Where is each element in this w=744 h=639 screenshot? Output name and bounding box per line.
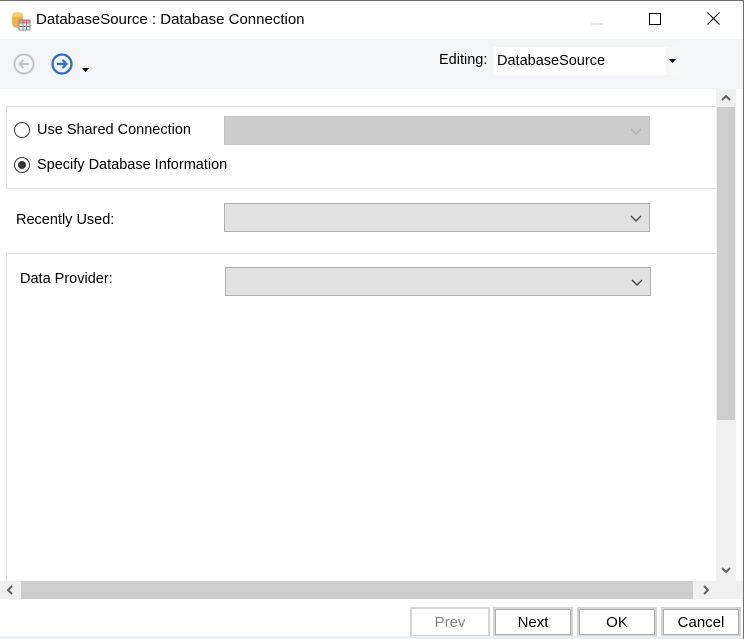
prev-button[interactable]: Prev xyxy=(410,607,490,637)
ok-button[interactable]: OK xyxy=(577,607,657,637)
editing-label: Editing: xyxy=(439,52,488,68)
data-provider-label: Data Provider: xyxy=(20,271,113,287)
horizontal-scroll-thumb[interactable] xyxy=(21,581,693,599)
minimize-button[interactable] xyxy=(568,1,626,39)
database-table-icon xyxy=(10,10,32,32)
minimize-icon xyxy=(591,12,603,28)
specify-database-information-radio[interactable]: Specify Database Information xyxy=(14,157,227,173)
scroll-right-icon[interactable] xyxy=(696,581,716,599)
scrollbar-corner xyxy=(716,581,743,599)
back-arrow-icon[interactable] xyxy=(12,52,36,76)
caret-down-icon xyxy=(666,47,680,75)
recently-used-combo[interactable] xyxy=(224,203,650,232)
close-icon xyxy=(706,12,720,28)
vertical-scroll-thumb[interactable] xyxy=(717,107,735,420)
horizontal-scrollbar[interactable] xyxy=(0,581,716,599)
chevron-down-icon xyxy=(629,211,643,225)
cancel-button[interactable]: Cancel xyxy=(661,607,741,637)
content-panel: Use Shared Connection Specify Database I… xyxy=(0,89,716,581)
maximize-button[interactable] xyxy=(626,1,684,39)
recently-used-label: Recently Used: xyxy=(16,212,115,228)
radio-button-unchecked[interactable] xyxy=(14,122,30,138)
shared-connection-combo[interactable] xyxy=(224,116,650,145)
footer-bar: Prev Next OK Cancel xyxy=(0,599,743,639)
maximize-icon xyxy=(649,12,661,28)
editing-value: DatabaseSource xyxy=(497,53,606,69)
editing-select[interactable]: DatabaseSource xyxy=(494,47,680,75)
scroll-up-icon[interactable] xyxy=(716,89,736,107)
window-title: DatabaseSource : Database Connection xyxy=(36,11,305,28)
title-bar: DatabaseSource : Database Connection xyxy=(0,1,743,39)
chevron-down-icon xyxy=(629,124,643,138)
caret-down-icon[interactable] xyxy=(82,61,90,72)
toolbar: Editing: DatabaseSource xyxy=(0,39,743,89)
chevron-down-icon xyxy=(630,275,644,289)
use-shared-connection-label: Use Shared Connection xyxy=(37,122,191,138)
scroll-down-icon[interactable] xyxy=(716,561,736,579)
specify-database-information-label: Specify Database Information xyxy=(37,157,228,173)
next-button[interactable]: Next xyxy=(493,607,573,637)
radio-button-checked[interactable] xyxy=(14,157,30,173)
forward-arrow-icon[interactable] xyxy=(50,52,74,76)
close-button[interactable] xyxy=(684,1,742,39)
data-provider-combo[interactable] xyxy=(225,267,651,296)
scroll-left-icon[interactable] xyxy=(0,581,20,599)
vertical-scrollbar[interactable] xyxy=(716,89,736,581)
use-shared-connection-radio[interactable]: Use Shared Connection xyxy=(14,122,191,138)
dialog-window: DatabaseSource : Database Connection Edi… xyxy=(0,0,744,639)
data-provider-group xyxy=(6,253,716,581)
